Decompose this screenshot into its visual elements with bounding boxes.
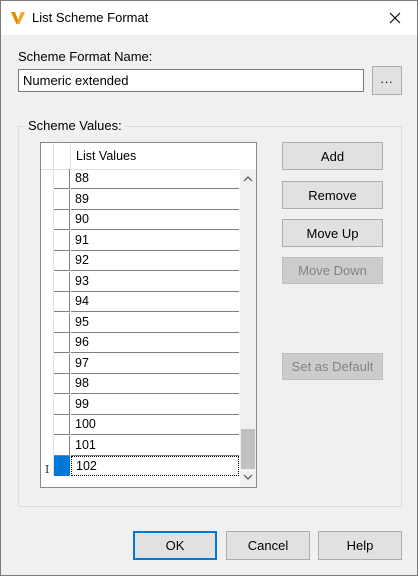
row-selector[interactable] (54, 415, 70, 435)
table-row[interactable]: 88 (41, 169, 239, 189)
list-value-cell[interactable]: 92 (71, 251, 239, 271)
table-row[interactable]: 99 (41, 394, 239, 415)
set-as-default-button[interactable]: Set as Default (282, 353, 383, 380)
cancel-button[interactable]: Cancel (226, 531, 310, 560)
row-selector[interactable] (54, 353, 70, 374)
row-gutter (41, 333, 54, 353)
row-selector[interactable] (54, 292, 70, 312)
table-row[interactable]: 101 (41, 435, 239, 456)
text-cursor-icon: I (45, 463, 50, 476)
row-selector[interactable] (54, 456, 70, 476)
list-value-cell[interactable]: 94 (71, 292, 239, 312)
row-gutter (41, 292, 54, 312)
list-value-cell[interactable]: 95 (71, 313, 239, 333)
list-value-cell[interactable]: 88 (71, 169, 239, 189)
row-gutter (41, 271, 54, 292)
table-row[interactable]: 90 (41, 210, 239, 230)
ok-button[interactable]: OK (133, 531, 217, 560)
table-row[interactable]: 89 (41, 189, 239, 210)
table-row[interactable]: 100 (41, 415, 239, 435)
table-row[interactable]: 92 (41, 251, 239, 271)
list-value-cell[interactable]: 90 (71, 210, 239, 230)
row-selector[interactable] (54, 251, 70, 271)
table-row[interactable]: 95 (41, 312, 239, 333)
list-value-cell[interactable]: 102 (71, 456, 239, 476)
remove-button[interactable]: Remove (282, 181, 383, 209)
row-selector[interactable] (54, 169, 70, 189)
chevron-up-icon (243, 176, 253, 182)
row-gutter (41, 312, 54, 333)
row-gutter (41, 189, 54, 210)
list-value-cell[interactable]: 93 (71, 272, 239, 292)
scroll-up-button[interactable] (240, 171, 256, 187)
table-row[interactable]: 98 (41, 374, 239, 394)
close-button[interactable] (373, 1, 417, 35)
row-selector[interactable] (54, 271, 70, 292)
table-row[interactable]: 102 (41, 456, 239, 476)
list-value-cell[interactable]: 98 (71, 374, 239, 394)
row-selector[interactable] (54, 230, 70, 251)
row-selector[interactable] (54, 333, 70, 353)
move-down-button[interactable]: Move Down (282, 257, 383, 284)
row-selector[interactable] (54, 210, 70, 230)
list-value-cell[interactable]: 91 (71, 231, 239, 251)
column-header-list-values[interactable]: List Values (76, 149, 136, 163)
dialog-window: List Scheme Format Scheme Format Name: .… (0, 0, 418, 576)
row-selector[interactable] (54, 394, 70, 415)
list-value-cell[interactable]: 101 (71, 436, 239, 456)
close-icon (389, 12, 401, 24)
move-up-button[interactable]: Move Up (282, 219, 383, 247)
vertical-scrollbar[interactable] (240, 169, 256, 487)
list-values-grid[interactable]: List Values 88 89 90 91 92 93 94 95 96 97 98 99 100 1… (40, 142, 257, 488)
row-gutter (41, 251, 54, 271)
row-gutter (41, 353, 54, 374)
row-selector[interactable] (54, 189, 70, 210)
row-gutter (41, 435, 54, 456)
list-value-cell[interactable]: 100 (71, 415, 239, 435)
list-value-cell[interactable]: 89 (71, 190, 239, 210)
scheme-name-label: Scheme Format Name: (18, 49, 153, 64)
vault-v-icon (11, 12, 25, 24)
window-title: List Scheme Format (32, 10, 149, 25)
chevron-down-icon (243, 474, 253, 480)
row-selector[interactable] (54, 435, 70, 456)
table-row[interactable]: 96 (41, 333, 239, 353)
help-button[interactable]: Help (318, 531, 402, 560)
list-value-cell[interactable]: 96 (71, 333, 239, 353)
grid-header: List Values (41, 143, 239, 170)
table-row[interactable]: 94 (41, 292, 239, 312)
scheme-name-input[interactable] (18, 69, 364, 92)
row-gutter (41, 394, 54, 415)
table-row[interactable]: 91 (41, 230, 239, 251)
table-row[interactable]: 97 (41, 353, 239, 374)
row-selector[interactable] (54, 374, 70, 394)
row-gutter (41, 169, 54, 189)
header-gutter (41, 143, 54, 169)
list-value-cell[interactable]: 97 (71, 354, 239, 374)
scroll-thumb[interactable] (241, 429, 255, 469)
add-button[interactable]: Add (282, 142, 383, 170)
list-value-cell[interactable]: 99 (71, 395, 239, 415)
scroll-down-button[interactable] (240, 469, 256, 485)
header-row-selector (54, 143, 71, 169)
scheme-values-label: Scheme Values: (25, 118, 125, 133)
row-gutter (41, 374, 54, 394)
browse-button[interactable]: ... (372, 66, 402, 95)
title-bar: List Scheme Format (1, 1, 417, 35)
row-selector[interactable] (54, 312, 70, 333)
row-gutter (41, 230, 54, 251)
row-gutter (41, 415, 54, 435)
table-row[interactable]: 93 (41, 271, 239, 292)
row-gutter (41, 210, 54, 230)
